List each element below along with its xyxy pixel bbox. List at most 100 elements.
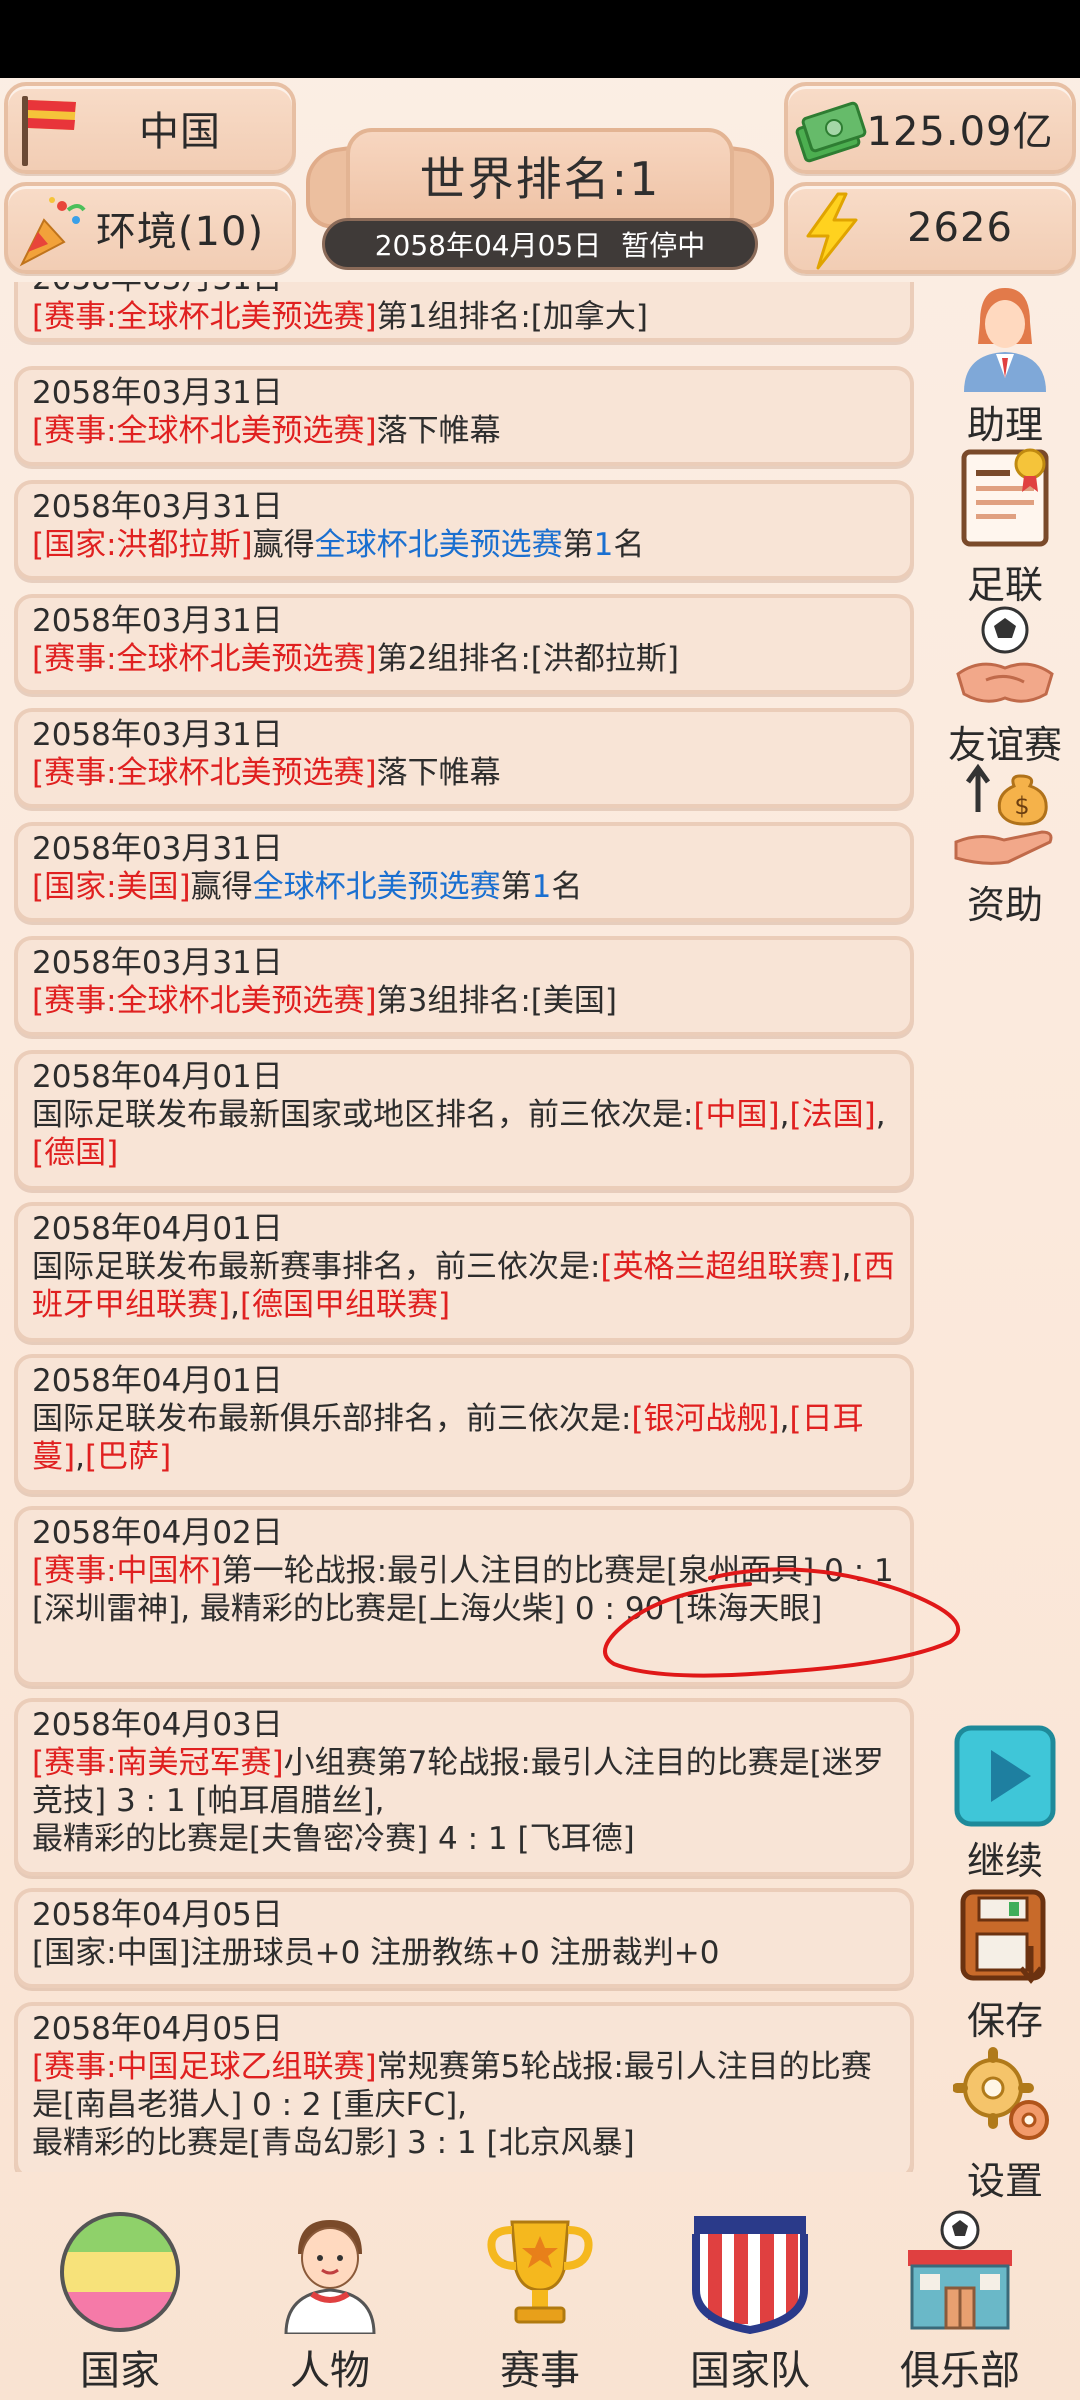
sponsor-button[interactable]: $ 资助 — [940, 762, 1070, 929]
money-pill[interactable]: 125.09亿 — [784, 82, 1076, 174]
world-rank-banner: 世界排名:1 2058年04月05日 暂停中 — [306, 78, 774, 278]
nav-national-team-label: 国家队 — [690, 2348, 810, 2394]
feed-date: 2058年03月31日 — [32, 603, 283, 639]
feed-date: 2058年03月31日 — [32, 717, 283, 753]
feed-segment[interactable]: 1 — [594, 527, 614, 563]
environment-pill[interactable]: 环境(10) — [4, 182, 296, 274]
feed-card: 2058年04月03日 [赛事:南美冠军赛]小组赛第7轮战报:最引人注目的比赛是… — [14, 1698, 914, 1876]
assistant-label: 助理 — [966, 403, 1043, 447]
feed-segment[interactable]: [赛事:全球杯北美预选赛] — [32, 755, 377, 791]
feed-segment[interactable]: 1 — [532, 869, 552, 905]
feed-text: [赛事:中国足球乙组联赛]常规赛第5轮战报:最引人注目的比赛是[南昌老猎人] 0… — [32, 2048, 896, 2162]
feed-segment[interactable]: [赛事:中国杯] — [32, 1553, 222, 1589]
nav-people[interactable]: 人物 — [240, 2210, 420, 2396]
nav-national-team[interactable]: 国家队 — [660, 2210, 840, 2396]
gear-icon — [953, 2047, 1049, 2140]
feed-text: [国家:中国]注册球员+0 注册教练+0 注册裁判+0 — [32, 1934, 896, 1972]
nav-club-label: 俱乐部 — [900, 2348, 1020, 2394]
assistant-button[interactable]: 助理 — [940, 282, 1070, 449]
feed-date: 2058年03月31日 — [32, 945, 283, 981]
news-feed[interactable]: 2058年03月31日 [赛事:全球杯北美预选赛]第1组排名:[加拿大] 205… — [10, 282, 918, 2172]
feed-segment[interactable]: [英格兰超组联赛] — [600, 1249, 841, 1285]
friendly-match-button[interactable]: 友谊赛 — [940, 602, 1070, 769]
svg-text:$: $ — [1014, 792, 1029, 820]
feed-segment: 第2组排名:[洪都拉斯] — [376, 641, 679, 677]
feed-date: 2058年03月31日 — [32, 375, 283, 411]
flag-icon — [22, 96, 76, 166]
settings-button[interactable]: 设置 — [940, 2044, 1070, 2205]
nav-events-label: 赛事 — [500, 2348, 580, 2394]
trophy-icon — [487, 2220, 593, 2324]
feed-segment[interactable]: [赛事:全球杯北美预选赛] — [32, 983, 377, 1019]
feed-segment[interactable]: [巴萨] — [85, 1439, 171, 1475]
continue-button[interactable]: 继续 — [940, 1724, 1070, 1885]
date-bar[interactable]: 2058年04月05日 暂停中 — [322, 218, 758, 270]
feed-segment: 最精彩的比赛是[夫鲁密冷赛] 4 : 1 [飞耳德] — [32, 1821, 635, 1857]
feed-segment: , — [875, 1097, 886, 1133]
feed-text: [国家:美国]赢得全球杯北美预选赛第1名 — [32, 868, 896, 906]
feed-card: 2058年03月31日 [国家:洪都拉斯]赢得全球杯北美预选赛第1名 — [14, 480, 914, 580]
feed-segment[interactable]: 全球杯北美预选赛 — [253, 869, 501, 905]
money-bag-hand-icon: $ — [954, 763, 1053, 865]
feed-segment[interactable]: [赛事:全球杯北美预选赛] — [32, 299, 377, 335]
nav-country[interactable]: 国家 — [30, 2210, 210, 2396]
feed-segment: , — [75, 1439, 85, 1475]
save-button[interactable]: 保存 — [940, 1884, 1070, 2045]
feed-text: [赛事:全球杯北美预选赛]第3组排名:[美国] — [32, 982, 896, 1020]
feed-segment[interactable]: [中国] — [693, 1097, 779, 1133]
feed-text: [国家:洪都拉斯]赢得全球杯北美预选赛第1名 — [32, 526, 896, 564]
feed-card: 2058年04月01日 国际足联发布最新赛事排名，前三依次是:[英格兰超组联赛]… — [14, 1202, 914, 1342]
feed-segment: , — [779, 1097, 790, 1133]
feed-text: [赛事:全球杯北美预选赛]落下帷幕 — [32, 754, 896, 792]
feed-segment[interactable]: [国家:洪都拉斯] — [32, 527, 253, 563]
party-popper-icon — [19, 197, 86, 267]
federation-button[interactable]: 足联 — [940, 442, 1070, 609]
feed-segment[interactable]: [银河战舰] — [631, 1401, 779, 1437]
friendly-match-label: 友谊赛 — [947, 723, 1062, 767]
nav-club[interactable]: 俱乐部 — [870, 2210, 1050, 2396]
country-name: 中国 — [139, 109, 221, 155]
feed-segment[interactable]: [赛事:全球杯北美预选赛] — [32, 641, 377, 677]
feed-segment[interactable]: 全球杯北美预选赛 — [315, 527, 563, 563]
assistant-icon — [964, 288, 1046, 392]
status-bar — [0, 0, 1080, 78]
person-icon — [284, 2220, 376, 2334]
nav-events[interactable]: 赛事 — [450, 2210, 630, 2396]
feed-segment: 第 — [500, 869, 532, 905]
feed-segment[interactable]: [德国甲组联赛] — [240, 1287, 450, 1323]
lightning-icon — [806, 192, 858, 270]
feed-segment[interactable]: [赛事:南美冠军赛] — [32, 1745, 284, 1781]
feed-segment[interactable]: [法国] — [790, 1097, 876, 1133]
feed-date: 2058年04月01日 — [32, 1211, 283, 1247]
bottom-navigation: 国家 人物 赛事 国家队 俱乐部 — [0, 2190, 1080, 2400]
feed-segment[interactable]: [国家:美国] — [32, 869, 191, 905]
feed-segment: 名 — [551, 869, 583, 905]
feed-date: 2058年04月05日 — [32, 1897, 283, 1933]
nav-people-label: 人物 — [290, 2348, 370, 2394]
game-date: 2058年04月05日 — [374, 229, 602, 262]
feed-card: 2058年04月01日 国际足联发布最新国家或地区排名，前三依次是:[中国],[… — [14, 1050, 914, 1190]
feed-date: 2058年03月31日 — [32, 831, 283, 867]
feed-segment: 第1组排名:[加拿大] — [376, 299, 648, 335]
feed-segment: 落下帷幕 — [376, 413, 501, 449]
feed-card: 2058年03月31日 [赛事:全球杯北美预选赛]第2组排名:[洪都拉斯] — [14, 594, 914, 694]
feed-date: 2058年04月01日 — [32, 1059, 283, 1095]
feed-segment: 国际足联发布最新赛事排名，前三依次是: — [32, 1249, 601, 1285]
feed-text: [赛事:全球杯北美预选赛]第1组排名:[加拿大] — [32, 298, 896, 336]
feed-segment[interactable]: [赛事:全球杯北美预选赛] — [32, 413, 377, 449]
world-rank: 世界排名:1 — [346, 128, 734, 224]
feed-segment: 赢得 — [252, 527, 315, 563]
club-building-icon — [908, 2210, 1012, 2330]
document-certificate-icon — [961, 448, 1049, 547]
feed-segment[interactable]: [赛事:中国足球乙组联赛] — [32, 2049, 377, 2085]
save-label: 保存 — [966, 1999, 1043, 2043]
feed-card: 2058年04月05日 [国家:中国]注册球员+0 注册教练+0 注册裁判+0 — [14, 1888, 914, 1988]
feed-segment: 第3组排名:[美国] — [376, 983, 617, 1019]
energy-pill[interactable]: 2626 — [784, 182, 1076, 274]
country-pill[interactable]: 中国 — [4, 82, 296, 174]
feed-segment[interactable]: [德国] — [32, 1135, 118, 1171]
feed-date: 2058年04月05日 — [32, 2011, 283, 2047]
feed-card: 2058年03月31日 [赛事:全球杯北美预选赛]第1组排名:[加拿大] — [14, 282, 914, 342]
feed-segment: 落下帷幕 — [376, 755, 501, 791]
feed-segment: 赢得 — [190, 869, 253, 905]
